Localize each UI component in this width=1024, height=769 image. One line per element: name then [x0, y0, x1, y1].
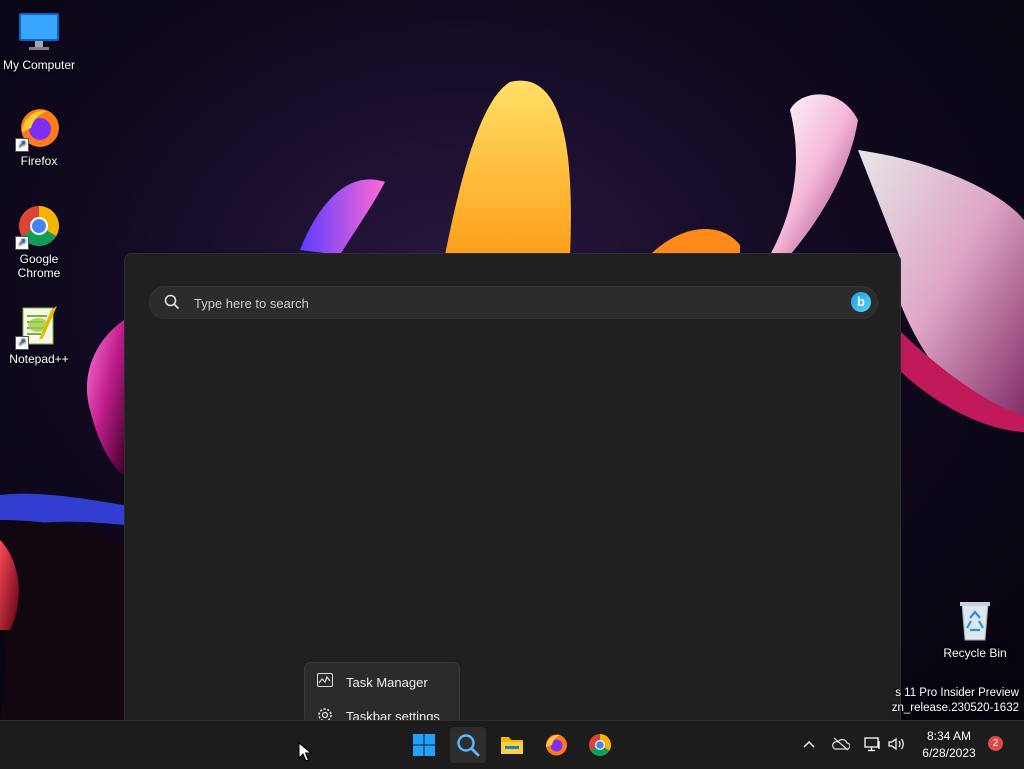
search-input[interactable]	[192, 292, 836, 314]
notification-badge[interactable]: 2	[988, 736, 1003, 751]
recycle-bin-icon	[953, 598, 997, 642]
onedrive-icon[interactable]	[832, 737, 850, 751]
desktop-icon-recycle-bin[interactable]: Recycle Bin	[936, 598, 1014, 660]
chevron-up-icon[interactable]	[803, 739, 815, 749]
search-icon	[457, 734, 480, 757]
taskbar-chrome-button[interactable]	[582, 727, 618, 763]
search-box[interactable]: b	[149, 286, 878, 319]
network-icon[interactable]	[864, 736, 882, 752]
monitor-icon	[17, 10, 61, 54]
desktop-icon-notepadpp[interactable]: ↗ Notepad++	[0, 304, 78, 366]
mouse-cursor-icon	[298, 742, 312, 762]
taskbar-firefox-button[interactable]	[538, 727, 574, 763]
build-watermark: s 11 Pro Insider Preview zn_release.2305…	[892, 686, 1019, 716]
chrome-icon	[589, 734, 611, 756]
search-flyout: b	[124, 253, 901, 725]
firefox-icon	[546, 734, 567, 756]
watermark-line-2: zn_release.230520-1632	[891, 702, 1019, 714]
firefox-icon: ↗	[15, 106, 61, 152]
shortcut-arrow-icon: ↗	[15, 336, 29, 350]
desktop-icon-google-chrome[interactable]: ↗ Google Chrome	[0, 204, 78, 280]
chrome-icon: ↗	[15, 204, 61, 250]
menu-item-task-manager[interactable]: Task Manager	[305, 665, 459, 695]
taskbar: 8:34 AM 6/28/2023	[0, 720, 1024, 769]
desktop-icon-label: Google Chrome	[17, 252, 61, 280]
taskbar-clock[interactable]: 8:34 AM 6/28/2023	[914, 728, 984, 762]
menu-item-label: Task Manager	[346, 675, 428, 690]
desktop-icon-my-computer[interactable]: My Computer	[0, 10, 78, 72]
desktop-icon-label: Recycle Bin	[943, 646, 1007, 660]
watermark-line-1: s 11 Pro Insider Preview	[895, 687, 1019, 699]
shortcut-arrow-icon: ↗	[15, 138, 29, 152]
search-icon	[164, 294, 180, 310]
file-explorer-icon	[501, 737, 523, 754]
start-icon	[413, 734, 435, 756]
taskbar-context-menu: Task Manager Taskbar settings	[304, 662, 460, 724]
taskbar-search-button[interactable]	[450, 727, 486, 763]
task-manager-icon	[317, 673, 333, 687]
file-explorer-button[interactable]	[494, 727, 530, 763]
clock-date: 6/28/2023	[922, 746, 976, 760]
clock-time: 8:34 AM	[926, 729, 972, 743]
bing-icon[interactable]: b	[851, 292, 871, 312]
notepadpp-icon: ↗	[15, 304, 61, 350]
desktop-icon-firefox[interactable]: ↗ Firefox	[0, 106, 78, 168]
desktop-icon-label: Firefox	[20, 154, 58, 168]
desktop-icon-label: My Computer	[2, 58, 76, 72]
shortcut-arrow-icon: ↗	[15, 236, 29, 250]
volume-icon[interactable]	[888, 737, 906, 751]
start-button[interactable]	[406, 727, 442, 763]
desktop-icon-label: Notepad++	[9, 352, 69, 366]
